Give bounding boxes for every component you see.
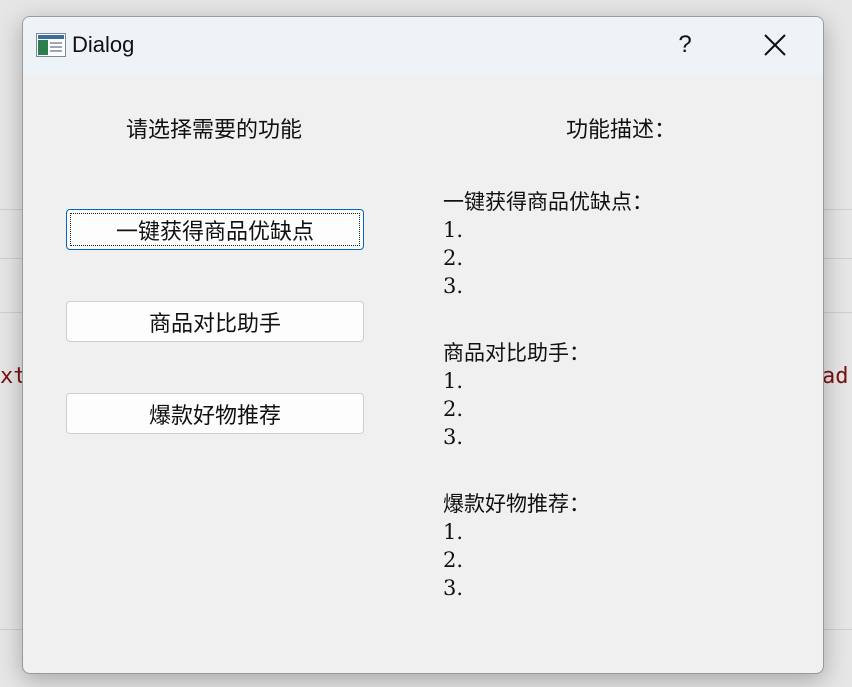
description-item: 2. (443, 397, 464, 421)
left-panel-heading: 请选择需要的功能 (126, 118, 303, 143)
product-compare-button[interactable]: 商品对比助手 (66, 301, 364, 342)
close-button[interactable] (753, 25, 797, 65)
description-item: 1. (443, 218, 464, 242)
window-title: Dialog (72, 32, 135, 57)
product-pros-cons-button-label: 一键获得商品优缺点 (115, 219, 314, 245)
description-section-title: 爆款好物推荐： (443, 492, 590, 516)
description-item: 2. (443, 548, 464, 572)
description-section-title: 商品对比助手： (443, 341, 590, 365)
description-item: 3. (443, 576, 464, 600)
description-item: 1. (443, 520, 464, 544)
hot-item-recommend-button-label: 爆款好物推荐 (148, 403, 281, 429)
description-item: 2. (443, 246, 464, 270)
hot-item-recommend-button[interactable]: 爆款好物推荐 (66, 393, 364, 434)
title-bar[interactable]: Dialog ? (23, 17, 823, 74)
right-panel-heading: 功能描述： (566, 118, 677, 143)
description-item: 3. (443, 425, 464, 449)
background-text-right: ad (822, 364, 849, 389)
close-icon (764, 34, 786, 56)
description-item: 1. (443, 369, 464, 393)
description-section-title: 一键获得商品优缺点： (443, 190, 653, 214)
product-pros-cons-button[interactable]: 一键获得商品优缺点 (66, 209, 364, 250)
description-section-recommend: 爆款好物推荐： 1. 2. 3. (443, 490, 590, 602)
help-button[interactable]: ? (663, 25, 707, 65)
product-compare-button-label: 商品对比助手 (148, 311, 281, 337)
description-section-compare: 商品对比助手： 1. 2. 3. (443, 339, 590, 451)
dialog-window: Dialog ? 请选择需要的功能 一键获得商品优缺点 商品对比助手 爆款好物推… (22, 16, 824, 674)
dialog-window-icon (36, 33, 66, 57)
description-section-pros-cons: 一键获得商品优缺点： 1. 2. 3. (443, 188, 653, 300)
description-item: 3. (443, 274, 464, 298)
